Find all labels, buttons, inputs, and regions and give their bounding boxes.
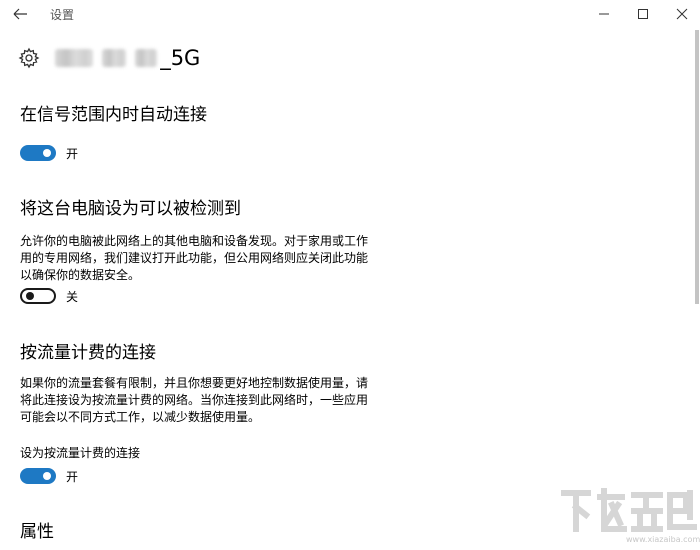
- minimize-button[interactable]: [587, 3, 621, 25]
- toggle-knob: [43, 149, 51, 157]
- description-line: 允许你的电脑被此网络上的其他电脑和设备发现。对于家用或工作: [20, 234, 369, 248]
- metered-toggle[interactable]: [20, 468, 56, 484]
- discoverable-description: 允许你的电脑被此网络上的其他电脑和设备发现。对于家用或工作 用的专用网络，我们建…: [20, 233, 380, 284]
- blurred-name-part: [55, 49, 93, 67]
- maximize-icon: [638, 9, 648, 19]
- blurred-name-part: [102, 49, 127, 67]
- watermark-text: www.xiazaiba.com: [626, 535, 700, 544]
- gear-icon: [18, 47, 40, 69]
- discoverable-toggle[interactable]: [20, 288, 56, 304]
- minimize-icon: [599, 13, 609, 15]
- title-bar: 设置: [0, 0, 700, 28]
- close-button[interactable]: [665, 3, 699, 25]
- metered-heading: 按流量计费的连接: [20, 343, 156, 363]
- toggle-knob: [43, 472, 51, 480]
- discoverable-state: 关: [66, 290, 79, 304]
- network-name: _5G: [55, 46, 200, 72]
- description-line: 如果你的流量套餐有限制，并且你想要更好地控制数据使用量，请: [20, 376, 369, 390]
- auto-connect-state: 开: [66, 147, 79, 161]
- scrollbar[interactable]: [695, 30, 699, 304]
- close-icon: [676, 8, 688, 20]
- metered-state: 开: [66, 470, 79, 484]
- toggle-knob: [26, 292, 34, 300]
- network-name-suffix: _5G: [160, 46, 201, 70]
- back-button[interactable]: [10, 4, 32, 24]
- blurred-name-part: [135, 49, 158, 67]
- description-line: 用的专用网络，我们建议打开此功能，但公用网络则应关闭此功能: [20, 251, 369, 265]
- watermark-logo: www.xiazaiba.com: [560, 487, 700, 547]
- metered-setting-label: 设为按流量计费的连接: [20, 446, 141, 460]
- metered-description: 如果你的流量套餐有限制，并且你想要更好地控制数据使用量，请 将此连接设为按流量计…: [20, 375, 380, 426]
- window-title: 设置: [50, 8, 75, 22]
- auto-connect-heading: 在信号范围内时自动连接: [20, 105, 207, 125]
- maximize-button[interactable]: [626, 3, 660, 25]
- discoverable-heading: 将这台电脑设为可以被检测到: [20, 199, 241, 219]
- description-line: 以确保你的数据安全。: [20, 268, 141, 282]
- arrow-left-icon: [13, 8, 27, 20]
- properties-heading: 属性: [20, 522, 54, 542]
- description-line: 可能会以不同方式工作，以减少数据使用量。: [20, 410, 261, 424]
- description-line: 将此连接设为按流量计费的网络。当你连接到此网络时，一些应用: [20, 393, 369, 407]
- auto-connect-toggle[interactable]: [20, 145, 56, 161]
